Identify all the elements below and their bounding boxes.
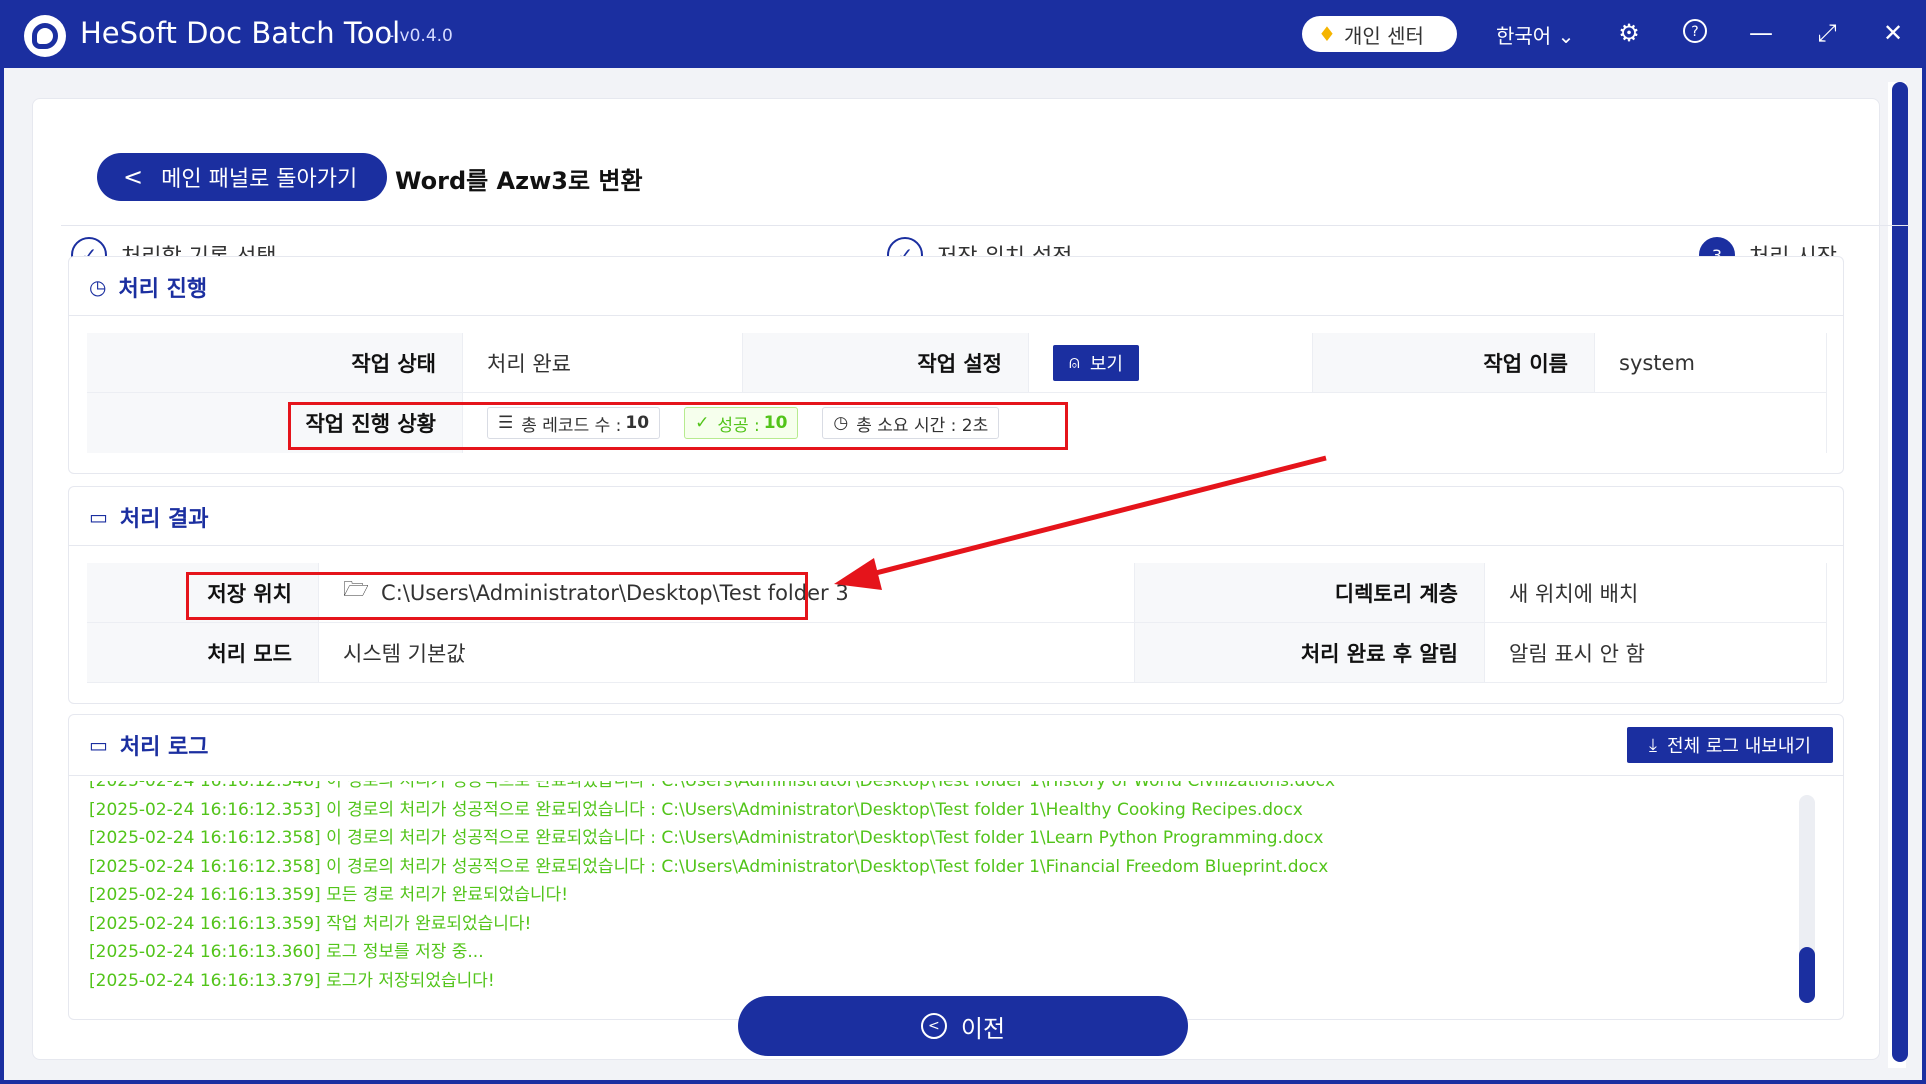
previous-button-label: 이전 [960, 1014, 1006, 1043]
app-version: - v0.4.0 [388, 26, 453, 46]
language-select[interactable]: 한국어 ⌄ [1496, 20, 1574, 49]
gear-icon[interactable]: ⚙ [1614, 18, 1644, 48]
app-logo [24, 15, 66, 57]
svg-text:?: ? [1691, 24, 1698, 40]
chevron-left-circle-icon: < [920, 1013, 947, 1039]
chevron-down-icon: ⌄ [1557, 24, 1575, 48]
previous-button[interactable]: < 이전 [738, 996, 1188, 1056]
language-label: 한국어 [1496, 24, 1552, 48]
help-icon[interactable]: ? [1680, 18, 1710, 48]
app-title: HeSoft Doc Batch Tool [80, 16, 401, 50]
close-icon[interactable]: ✕ [1878, 18, 1908, 48]
main-window: < 메인 패널로 돌아가기 Word를 Azw3로 변환 ✓ 처리할 기록 선택… [4, 68, 1922, 1080]
title-bar: HeSoft Doc Batch Tool - v0.4.0 ♦ 개인 센터 한… [0, 0, 1926, 68]
annotation-arrow [834, 455, 1327, 590]
diamond-icon: ♦ [1318, 22, 1336, 46]
user-center-button[interactable]: ♦ 개인 센터 [1302, 16, 1457, 52]
maximize-icon[interactable]: ⤢ [1812, 18, 1842, 48]
user-center-label: 개인 센터 [1343, 23, 1424, 48]
minimize-icon[interactable]: — [1746, 18, 1776, 48]
